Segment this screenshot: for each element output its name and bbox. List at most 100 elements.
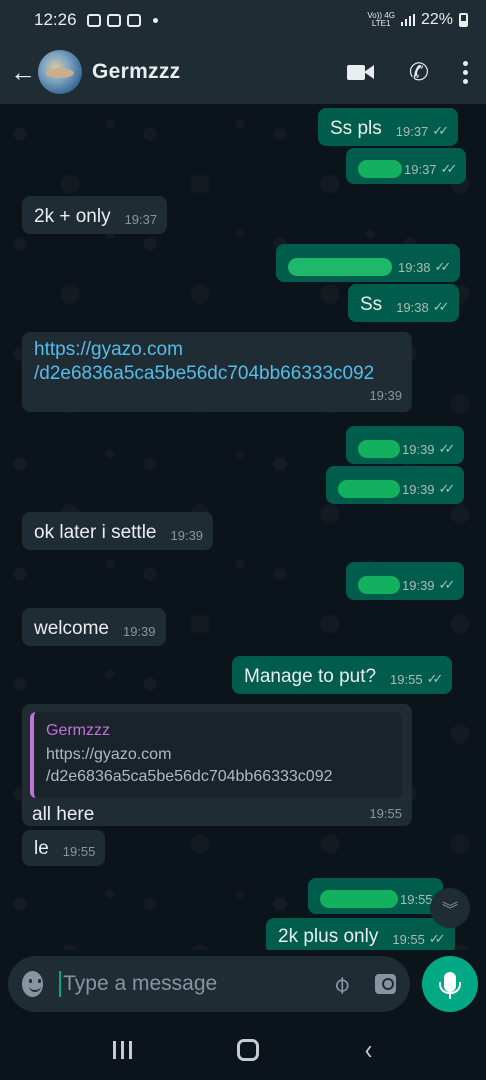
message-time: 19:37 [404,161,437,177]
read-receipt-icon: ✓✓ [438,441,456,456]
message-link[interactable]: /d2e6836a5ca5be56dc704bb66333c092 [34,362,374,386]
read-receipt-icon: ✓✓ [432,123,449,138]
message-bubble-incoming[interactable]: ok later i settle 19:39 [22,512,214,550]
redaction-mark [358,576,400,594]
message-time: 19:39 [402,441,435,457]
message-text: Ss [360,294,383,315]
quoted-text: /d2e6836a5ca5be56dc704bb66333c092 [46,768,333,785]
camera-icon[interactable] [374,974,397,994]
message-meta: 19:39 ✓✓ [402,441,456,458]
read-receipt-icon: ✓✓ [426,671,444,686]
message-bubble-outgoing[interactable]: Manage to put? 19:55 ✓✓ [232,656,453,694]
recents-icon[interactable] [112,1041,132,1059]
voice-record-button[interactable] [422,956,478,1012]
message-text: Ss pls [330,118,382,139]
message-bubble-outgoing[interactable]: 19:39 ✓✓ [346,562,465,600]
avatar[interactable] [38,50,82,94]
message-meta: 19:55 ✓✓ [392,931,446,948]
message-bubble-incoming[interactable]: https://gyazo.com /d2e6836a5ca5be56dc704… [22,332,412,412]
message-time: 19:39 [122,624,156,639]
message-text: le [34,838,49,859]
message-time: 19:39 [369,388,402,403]
message-meta: 19:37 ✓✓ [404,161,458,178]
message-bubble-incoming[interactable]: le 19:55 [22,830,106,866]
system-navigation-bar: ‹ [0,1020,486,1080]
signal-icon [400,14,415,26]
mic-icon [439,972,461,999]
home-icon[interactable] [236,1039,259,1061]
phone-icon[interactable]: ✆ [409,58,429,87]
message-time: 19:55 [369,806,402,821]
message-time: 19:39 [402,481,435,497]
read-receipt-icon: ✓✓ [428,931,446,946]
message-text: 2k + only [34,206,111,227]
notification-icon [86,13,101,27]
quoted-text: https://gyazo.com [46,746,172,763]
message-time: 19:38 [398,259,431,275]
message-time: 19:39 [402,577,435,593]
text-caret [59,971,62,997]
chat-header: ← Germzzz ✆ [0,40,486,104]
redaction-mark [358,160,402,178]
more-notifications-icon [152,17,158,23]
message-bubble-outgoing[interactable]: 2k plus only 19:55 ✓✓ [266,918,455,954]
arrow-left-icon[interactable]: ← [10,57,38,88]
battery-icon [459,13,468,27]
message-time: 19:55 [62,844,96,859]
network-indicator: Vo)) 4G LTE1 [367,12,395,28]
quoted-sender: Germzzz [46,722,110,739]
message-bubble-outgoing[interactable]: 19:37 ✓✓ [346,148,467,184]
redaction-mark [320,890,398,908]
redaction-mark [288,258,392,276]
message-link[interactable]: https://gyazo.com [34,338,183,362]
composer: ⌀ [0,950,486,1020]
message-input[interactable] [63,972,335,996]
message-bubble-outgoing[interactable]: Ss pls 19:37 ✓✓ [318,108,459,146]
message-meta: 19:55 ✓✓ [390,671,444,688]
read-receipt-icon: ✓✓ [440,161,458,176]
message-bubble-outgoing[interactable]: 19:55 [308,878,443,914]
message-bubble-outgoing[interactable]: 19:39 ✓✓ [346,426,465,464]
message-time: 19:55 [400,892,433,907]
message-meta: 19:37 ✓✓ [395,123,449,140]
redaction-mark [338,480,400,498]
message-time: 19:37 [395,123,429,139]
back-nav-icon[interactable]: ‹ [365,1034,372,1066]
notification-icon [126,13,141,27]
status-right: Vo)) 4G LTE1 22% [367,11,468,29]
message-text: 2k plus only [278,926,379,947]
video-call-icon[interactable] [346,63,375,81]
emoji-icon[interactable] [22,971,44,997]
message-time: 19:38 [396,299,429,315]
quoted-message[interactable]: Germzzz https://gyazo.com /d2e6836a5ca5b… [30,712,402,798]
read-receipt-icon: ✓✓ [434,259,452,274]
redaction-mark [358,440,400,458]
status-bar: 12:26 Vo)) 4G LTE1 22% [0,0,486,40]
message-time: 19:37 [124,212,158,227]
contact-name[interactable]: Germzzz [92,60,347,84]
message-bubble-incoming[interactable]: welcome 19:39 [22,608,166,646]
header-actions: ✆ [346,58,468,87]
message-text: welcome [34,618,109,639]
message-meta: 19:39 ✓✓ [402,481,456,498]
chevron-double-down-icon[interactable]: ︾ [430,888,470,928]
message-list[interactable]: Ss pls 19:37 ✓✓ 19:37 ✓✓ 2k + only 19:37 1… [0,104,486,960]
message-text: all here [32,804,95,825]
more-vert-icon[interactable] [463,60,468,84]
read-receipt-icon: ✓✓ [432,299,450,314]
network-sub-label: LTE1 [371,19,391,28]
read-receipt-icon: ✓✓ [438,481,456,496]
message-text: ok later i settle [34,522,157,543]
message-bubble-outgoing[interactable]: Ss 19:38 ✓✓ [348,284,459,322]
message-bubble-incoming-reply[interactable]: Germzzz https://gyazo.com /d2e6836a5ca5b… [22,704,412,826]
battery-percent: 22% [420,11,453,28]
read-receipt-icon: ✓✓ [438,577,456,592]
message-bubble-outgoing[interactable]: 19:39 ✓✓ [326,466,465,504]
message-text: Manage to put? [244,666,377,687]
message-bubble-incoming[interactable]: 2k + only 19:37 [22,196,168,234]
gallery-icon [106,13,121,27]
message-meta: 19:39 ✓✓ [402,577,456,594]
message-input-container[interactable]: ⌀ [8,956,410,1012]
message-bubble-outgoing[interactable]: 19:38 ✓✓ [276,244,461,282]
message-meta: 19:38 ✓✓ [396,299,450,316]
